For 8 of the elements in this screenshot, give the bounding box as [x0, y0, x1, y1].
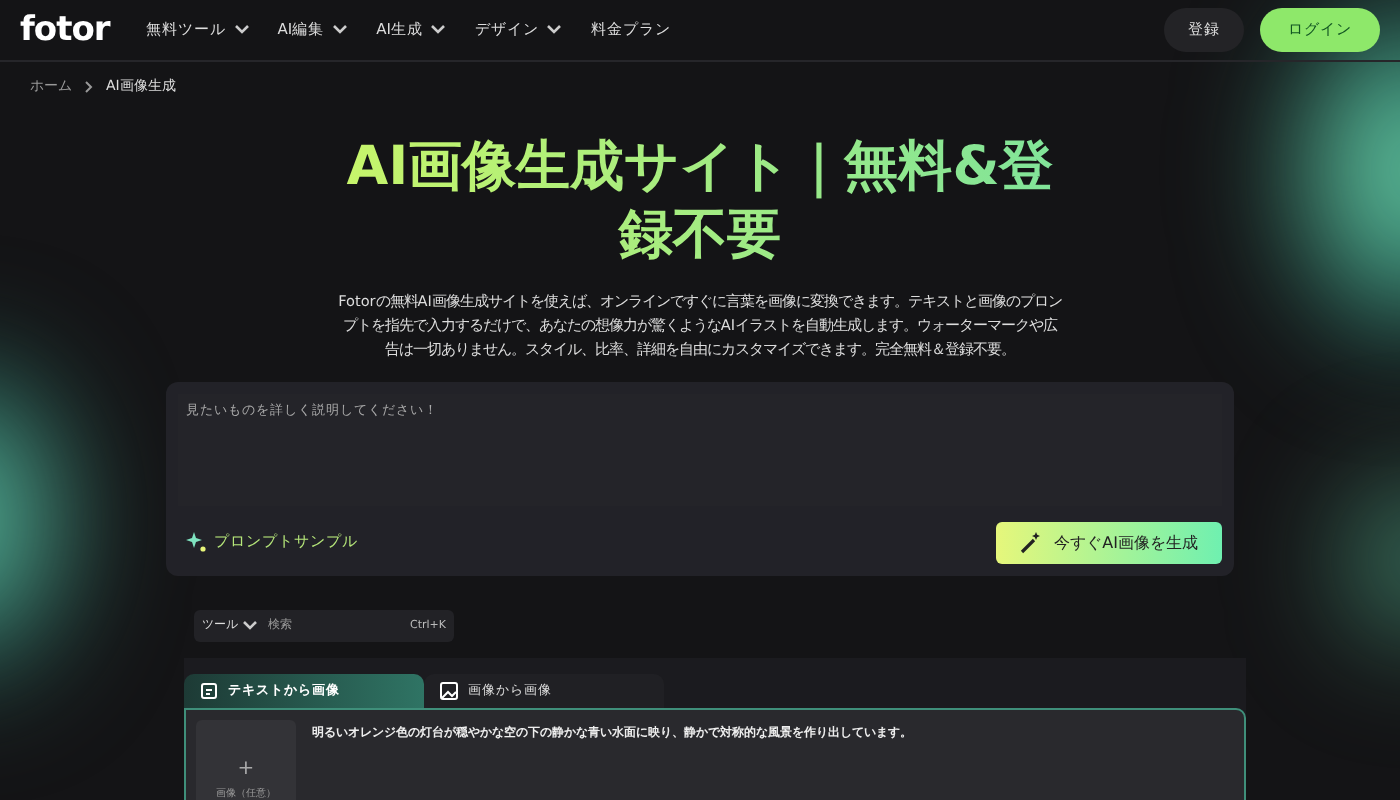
magic-wand-icon: [1020, 531, 1043, 554]
chevron-right-icon: [84, 79, 94, 93]
chevron-down-icon: [242, 619, 258, 632]
text-document-icon: [200, 681, 218, 700]
generate-button[interactable]: 今すぐAI画像を生成: [996, 521, 1222, 564]
image-icon: [440, 681, 458, 700]
sparkle-icon: [186, 532, 206, 553]
logo[interactable]: fotor: [20, 10, 110, 50]
